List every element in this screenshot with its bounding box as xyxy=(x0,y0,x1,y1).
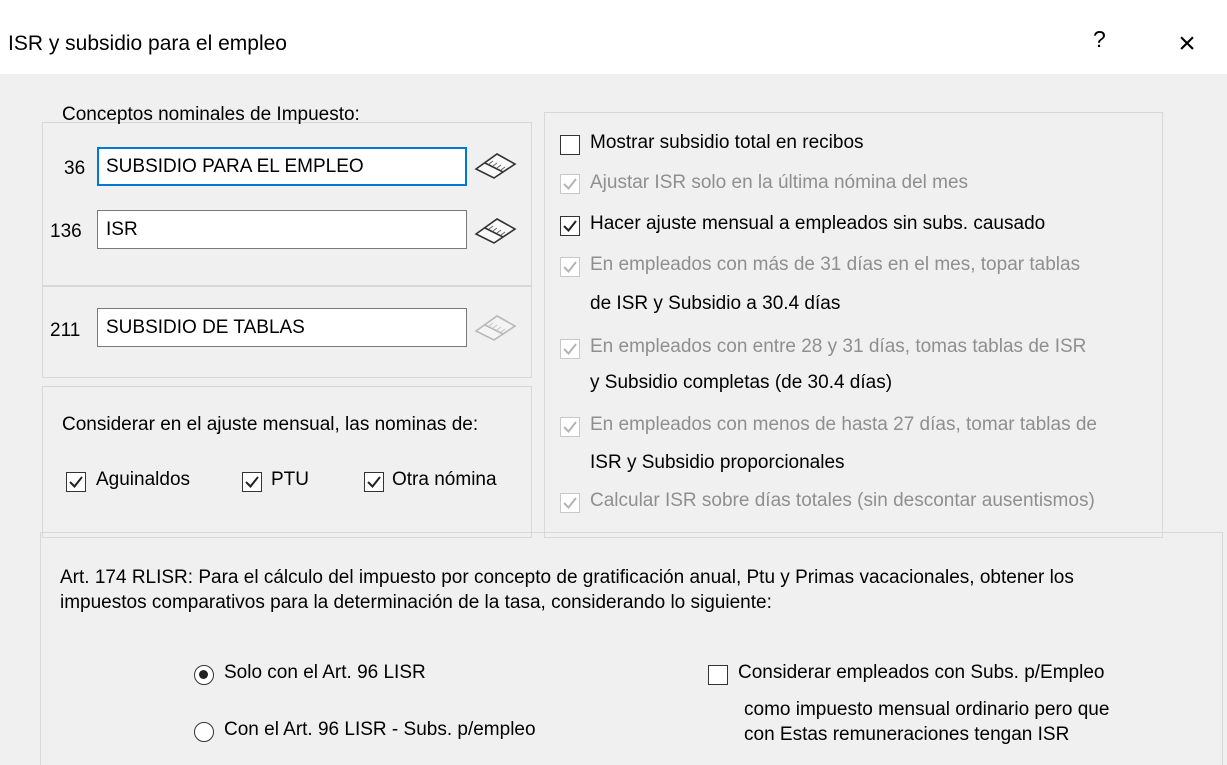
solo-art96-label: Solo con el Art. 96 LISR xyxy=(224,662,426,683)
check-icon xyxy=(563,497,577,510)
tablas-completas-label: En empleados con entre 28 y 31 días, tom… xyxy=(590,336,1087,357)
concepto-code-isr: 136 xyxy=(50,221,82,242)
art96-subsidio-radio[interactable] xyxy=(194,722,214,742)
ajuste-mensual-group xyxy=(42,386,532,538)
considerar-empleados-sub2: con Estas remuneraciones tengan ISR xyxy=(744,724,1070,745)
concepto-code-tablas: 211 xyxy=(50,320,81,341)
art174-text-line2: impuestos comparativos para la determina… xyxy=(60,592,772,613)
topar-tablas-checkbox[interactable] xyxy=(560,257,580,277)
ajustar-isr-label: Ajustar ISR solo en la última nómina del… xyxy=(590,172,969,193)
topar-tablas-label: En empleados con más de 31 días en el me… xyxy=(590,254,1081,275)
isr-field[interactable]: ISR xyxy=(97,210,467,249)
calcular-isr-checkbox[interactable] xyxy=(560,493,580,513)
radio-dot-icon xyxy=(199,670,208,679)
ajustar-isr-checkbox[interactable] xyxy=(560,174,580,194)
title-bar: ISR y subsidio para el empleo ? × xyxy=(0,12,1227,74)
eraser-icon[interactable] xyxy=(473,150,517,180)
top-strip xyxy=(0,0,1227,12)
eraser-icon xyxy=(474,315,517,341)
mostrar-subsidio-checkbox[interactable] xyxy=(560,135,580,155)
tablas-proporcionales-checkbox[interactable] xyxy=(560,417,580,437)
solo-art96-radio[interactable] xyxy=(194,665,214,685)
isr-subsidio-dialog: ISR y subsidio para el empleo ? × Concep… xyxy=(0,12,1227,765)
tablas-completas-label-line2: y Subsidio completas (de 30.4 días) xyxy=(590,372,893,393)
check-icon xyxy=(563,178,577,191)
dialog-title: ISR y subsidio para el empleo xyxy=(8,32,287,55)
hacer-ajuste-label: Hacer ajuste mensual a empleados sin sub… xyxy=(590,213,1046,234)
check-icon xyxy=(563,261,577,274)
close-button[interactable]: × xyxy=(1167,26,1207,62)
aguinaldos-checkbox[interactable] xyxy=(66,472,86,492)
considerar-empleados-label: Considerar empleados con Subs. p/Empleo xyxy=(738,662,1105,683)
check-icon xyxy=(563,421,577,434)
hacer-ajuste-checkbox[interactable] xyxy=(560,216,580,236)
subsidio-empleo-field[interactable]: SUBSIDIO PARA EL EMPLEO xyxy=(97,147,467,186)
art96-subsidio-label: Con el Art. 96 LISR - Subs. p/empleo xyxy=(224,719,536,740)
ptu-checkbox[interactable] xyxy=(242,472,262,492)
otra-nomina-label: Otra nómina xyxy=(392,469,497,490)
calcular-isr-label: Calcular ISR sobre días totales (sin des… xyxy=(590,490,1095,511)
tablas-completas-checkbox[interactable] xyxy=(560,339,580,359)
considerar-empleados-sub1: como impuesto mensual ordinario pero que xyxy=(744,699,1110,720)
check-icon xyxy=(563,220,577,233)
tablas-proporcionales-label-line2: ISR y Subsidio proporcionales xyxy=(590,452,845,473)
subsidio-tablas-field[interactable]: SUBSIDIO DE TABLAS xyxy=(97,308,467,347)
aguinaldos-label: Aguinaldos xyxy=(96,469,191,490)
mostrar-subsidio-label: Mostrar subsidio total en recibos xyxy=(590,132,864,153)
tablas-proporcionales-label: En empleados con menos de hasta 27 días,… xyxy=(590,414,1097,435)
check-icon xyxy=(367,476,381,489)
help-button[interactable]: ? xyxy=(1093,26,1106,53)
otra-nomina-checkbox[interactable] xyxy=(364,472,384,492)
ptu-label: PTU xyxy=(271,469,309,490)
ajuste-mensual-heading: Considerar en el ajuste mensual, las nom… xyxy=(62,414,479,435)
check-icon xyxy=(245,476,259,489)
check-icon xyxy=(69,476,83,489)
art174-text-line1: Art. 174 RLISR: Para el cálculo del impu… xyxy=(60,567,1074,588)
conceptos-heading: Conceptos nominales de Impuesto: xyxy=(62,104,360,125)
concepto-code-subsidio: 36 xyxy=(64,158,86,179)
considerar-empleados-checkbox[interactable] xyxy=(708,665,728,685)
topar-tablas-label-line2: de ISR y Subsidio a 30.4 días xyxy=(590,293,841,314)
check-icon xyxy=(563,343,577,356)
eraser-icon[interactable] xyxy=(473,215,517,245)
